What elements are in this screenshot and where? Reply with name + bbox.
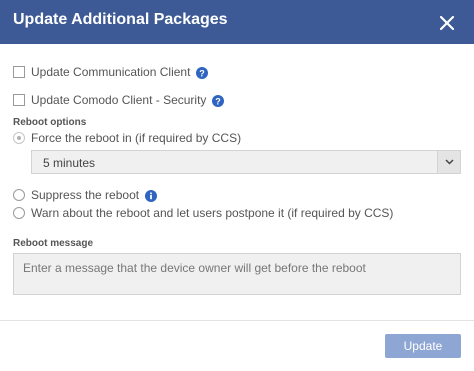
reboot-message-input[interactable]: Enter a message that the device owner wi… (13, 253, 461, 295)
communication-client-label: Update Communication Client (31, 65, 191, 79)
force-reboot-radio[interactable] (13, 132, 25, 144)
force-reboot-label: Force the reboot in (if required by CCS) (31, 131, 242, 145)
reboot-message-placeholder: Enter a message that the device owner wi… (23, 261, 366, 275)
reboot-options-label: Reboot options (13, 117, 87, 128)
reboot-delay-select[interactable]: 5 minutes (31, 150, 461, 174)
warn-reboot-radio[interactable] (13, 207, 25, 219)
reboot-message-label: Reboot message (13, 238, 94, 249)
update-button[interactable]: Update (385, 334, 461, 358)
close-icon[interactable] (436, 12, 458, 34)
svg-text:?: ? (216, 96, 222, 106)
dialog-title: Update Additional Packages (13, 11, 228, 28)
reboot-force-option: Force the reboot in (if required by CCS) (13, 130, 241, 146)
help-icon[interactable]: ? (212, 94, 225, 107)
info-icon[interactable] (145, 189, 158, 202)
comodo-client-security-checkbox[interactable] (13, 94, 25, 106)
dialog-header: Update Additional Packages (0, 0, 474, 44)
suppress-reboot-radio[interactable] (13, 189, 25, 201)
reboot-delay-value: 5 minutes (43, 156, 96, 170)
footer-divider (0, 320, 474, 321)
reboot-warn-option: Warn about the reboot and let users post… (13, 205, 393, 221)
suppress-reboot-label: Suppress the reboot (31, 188, 140, 202)
help-icon[interactable]: ? (196, 66, 209, 79)
chevron-down-icon[interactable] (437, 151, 460, 173)
comodo-client-security-label: Update Comodo Client - Security (31, 93, 207, 107)
svg-text:?: ? (200, 68, 206, 78)
reboot-suppress-option: Suppress the reboot (13, 187, 158, 203)
package-comodo-client-security: Update Comodo Client - Security ? (13, 91, 225, 109)
package-communication-client: Update Communication Client ? (13, 63, 209, 81)
communication-client-checkbox[interactable] (13, 66, 25, 78)
warn-reboot-label: Warn about the reboot and let users post… (31, 206, 394, 220)
update-packages-dialog: Update Additional Packages Update Commun… (0, 0, 474, 371)
